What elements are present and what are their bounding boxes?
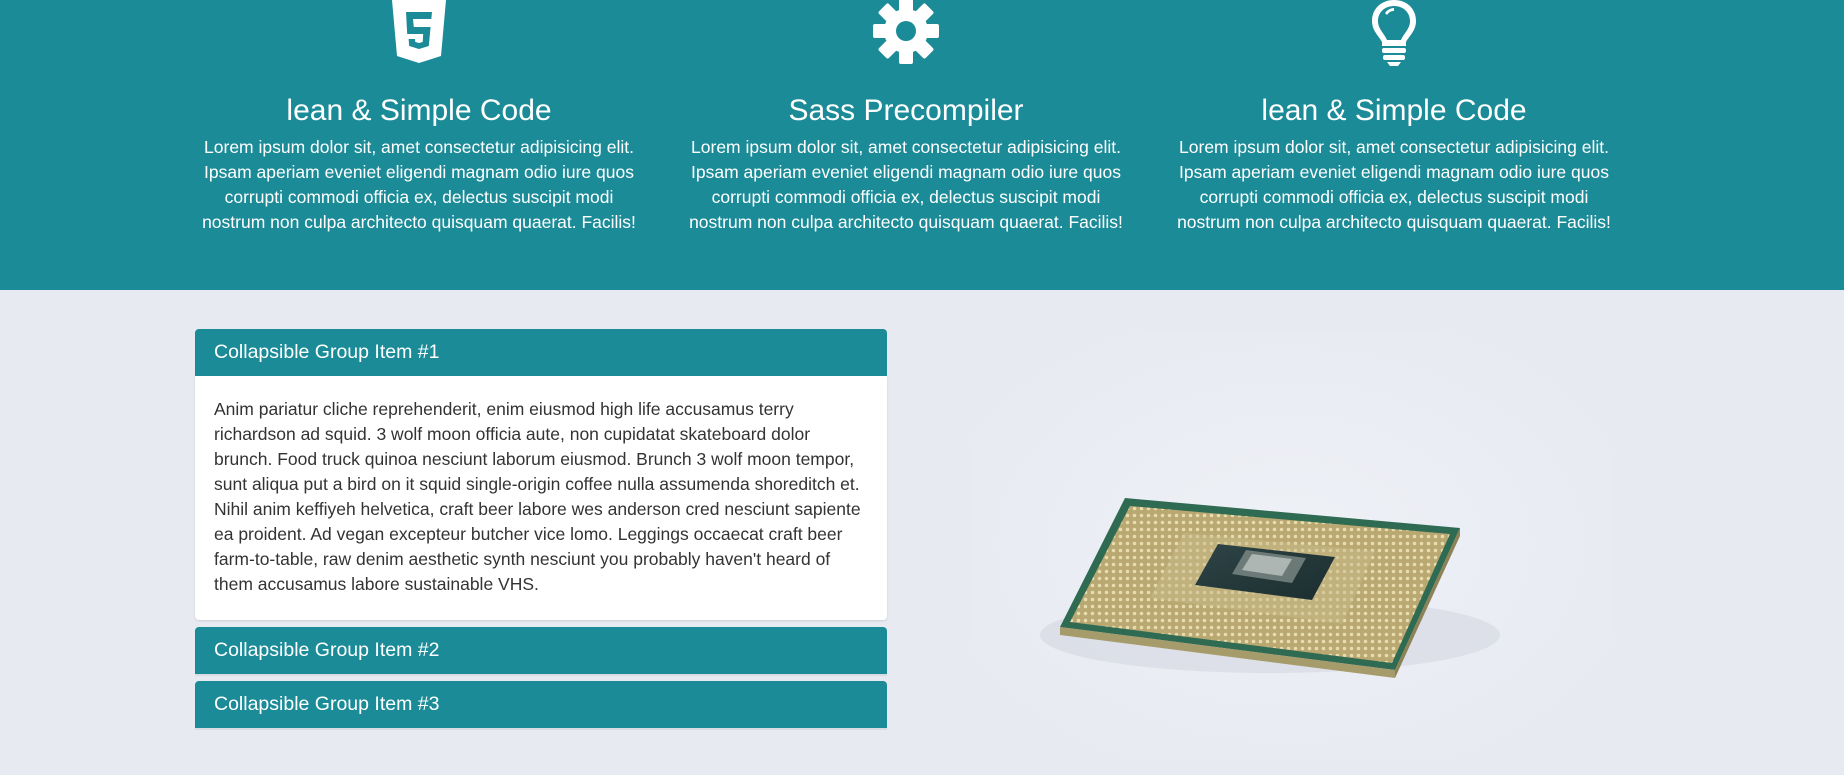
accordion-panel: Collapsible Group Item #3	[195, 681, 887, 728]
gear-icon	[681, 0, 1131, 66]
feature-text: Lorem ipsum dolor sit, amet consectetur …	[689, 137, 1123, 232]
accordion-item-3-header[interactable]: Collapsible Group Item #3	[195, 681, 887, 728]
html5-icon	[194, 0, 644, 66]
accordion-panel: Collapsible Group Item #2	[195, 627, 887, 674]
features-section: lean & Simple Code Lorem ipsum dolor sit…	[0, 0, 1844, 290]
accordion: Collapsible Group Item #1 Anim pariatur …	[195, 329, 887, 735]
feature-column: lean & Simple Code Lorem ipsum dolor sit…	[194, 0, 644, 235]
feature-column: lean & Simple Code Lorem ipsum dolor sit…	[1169, 0, 1619, 235]
accordion-panel: Collapsible Group Item #1 Anim pariatur …	[195, 329, 887, 620]
feature-text: Lorem ipsum dolor sit, amet consectetur …	[202, 137, 636, 232]
feature-title: lean & Simple Code	[1261, 94, 1527, 127]
feature-title: Sass Precompiler	[788, 94, 1024, 127]
cpu-chip-image	[970, 330, 1610, 760]
feature-title: lean & Simple Code	[286, 94, 552, 127]
feature-text: Lorem ipsum dolor sit, amet consectetur …	[1177, 137, 1611, 232]
accordion-item-1-body: Anim pariatur cliche reprehenderit, enim…	[195, 376, 887, 620]
accordion-item-1-header[interactable]: Collapsible Group Item #1	[195, 329, 887, 376]
lightbulb-icon	[1169, 0, 1619, 66]
feature-column: Sass Precompiler Lorem ipsum dolor sit, …	[681, 0, 1131, 235]
accordion-item-2-header[interactable]: Collapsible Group Item #2	[195, 627, 887, 674]
